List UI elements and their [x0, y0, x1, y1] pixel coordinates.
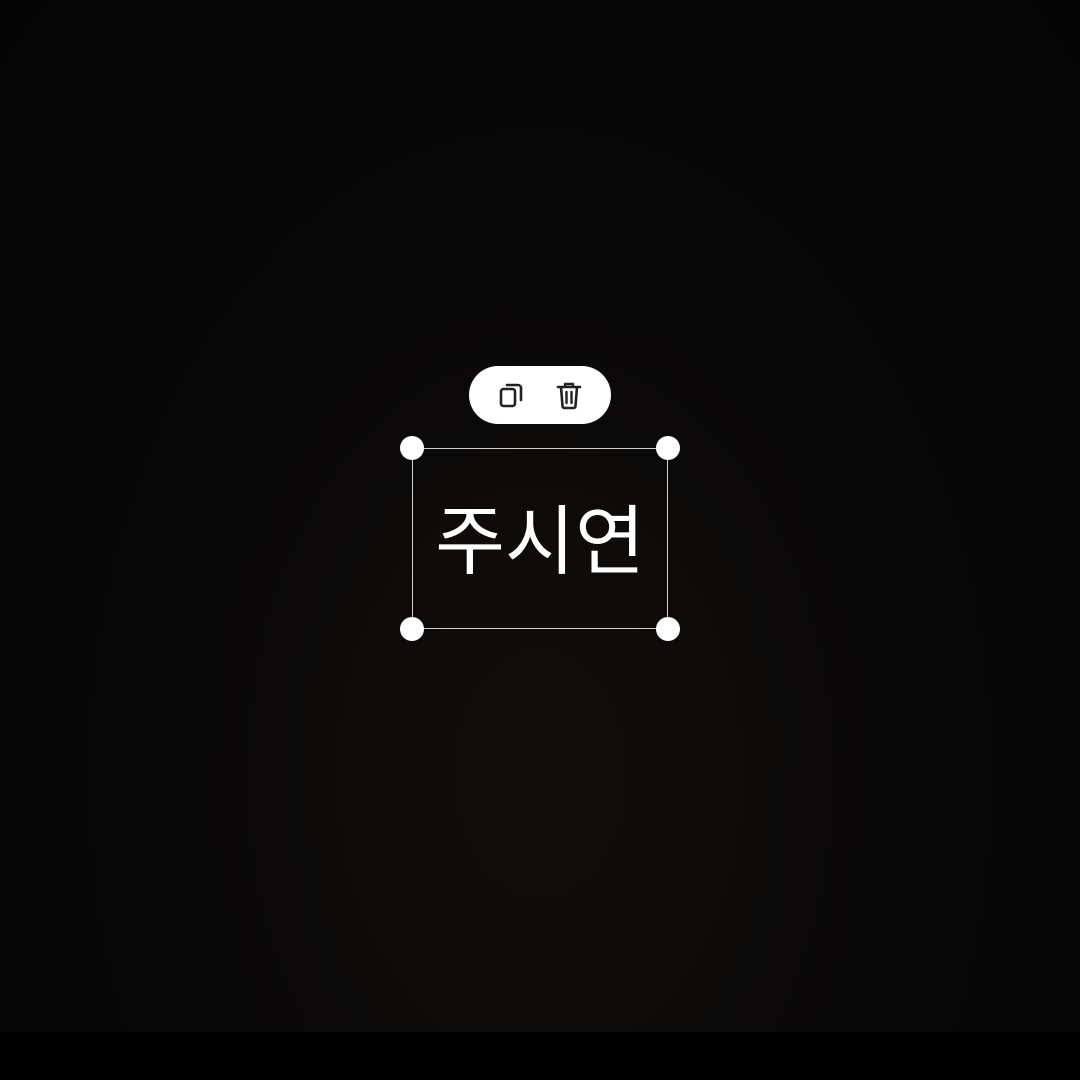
delete-button[interactable] [547, 373, 591, 417]
bottom-bar [0, 1032, 1080, 1080]
text-object[interactable]: 주시연 [413, 449, 667, 628]
text-selection-box[interactable]: 주시연 [400, 436, 680, 641]
duplicate-button[interactable] [490, 373, 534, 417]
duplicate-icon [499, 383, 522, 408]
resize-handle-top-right[interactable] [656, 436, 680, 460]
floating-toolbar [469, 366, 611, 424]
trash-icon [556, 382, 581, 410]
resize-handle-bottom-right[interactable] [656, 617, 680, 641]
resize-handle-top-left[interactable] [400, 436, 424, 460]
resize-handle-bottom-left[interactable] [400, 617, 424, 641]
